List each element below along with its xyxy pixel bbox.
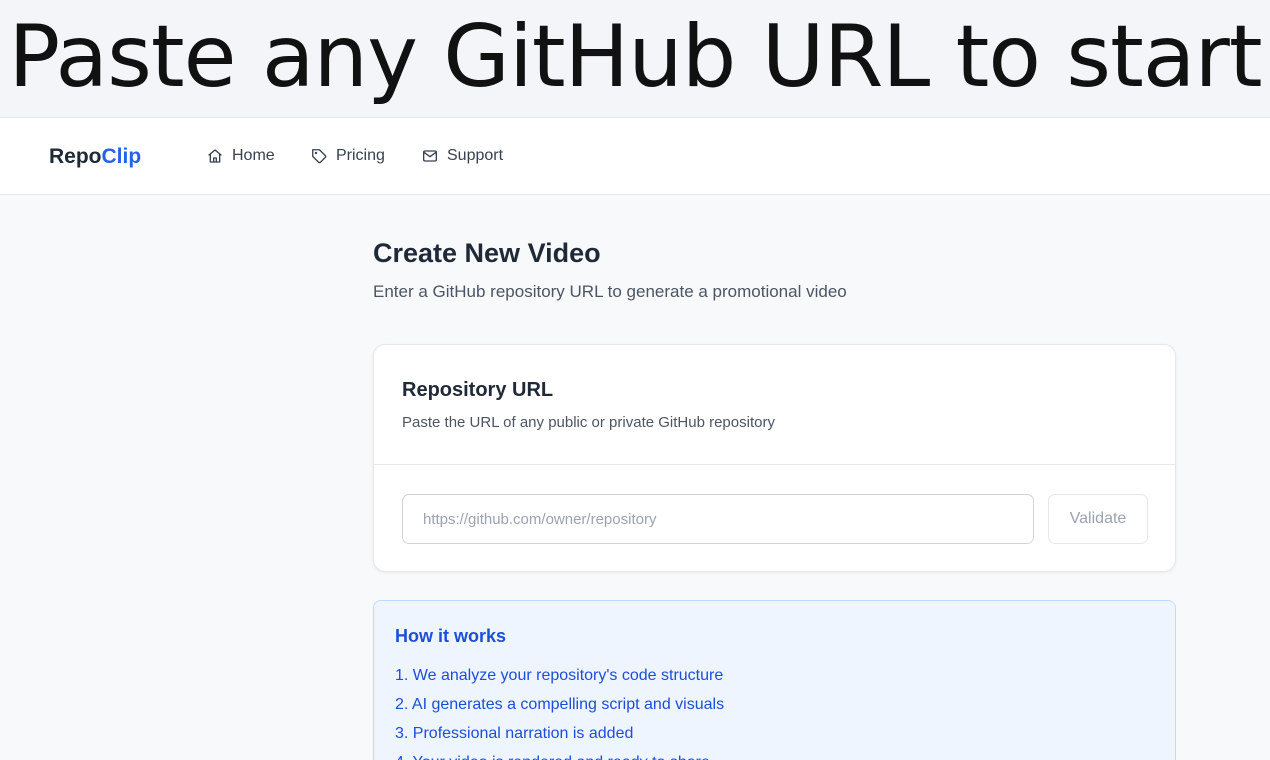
step-item: 1. We analyze your repository's code str… bbox=[395, 667, 724, 684]
nav-pricing-label: Pricing bbox=[336, 147, 385, 164]
repository-url-input[interactable] bbox=[402, 494, 1034, 544]
top-navbar: RepoClip Home Pricing Support bbox=[0, 117, 1270, 195]
step-item: 2. AI generates a compelling script and … bbox=[395, 696, 725, 713]
caption-banner: Paste any GitHub URL to start bbox=[0, 0, 1270, 117]
card-divider bbox=[374, 464, 1175, 465]
mail-icon bbox=[423, 150, 437, 162]
nav-support-label: Support bbox=[447, 147, 504, 164]
step-item: 3. Professional narration is added bbox=[395, 725, 634, 742]
nav-pricing-link[interactable]: Pricing bbox=[311, 146, 385, 166]
logo-text-repo: Repo bbox=[49, 145, 102, 168]
card-description: Paste the URL of any public or private G… bbox=[402, 414, 775, 431]
page-subtitle: Enter a GitHub repository URL to generat… bbox=[373, 282, 847, 301]
banner-title: Paste any GitHub URL to start bbox=[8, 7, 1262, 107]
step-item: 4. Your video is rendered and ready to s… bbox=[395, 748, 724, 760]
tag-icon bbox=[312, 149, 327, 164]
page-title: Create New Video bbox=[373, 238, 601, 268]
nav-home-label: Home bbox=[232, 147, 275, 164]
repoclip-logo[interactable]: RepoClip bbox=[49, 145, 141, 169]
how-it-works-box: How it works 1. We analyze your reposito… bbox=[373, 600, 1176, 760]
nav-support-link[interactable]: Support bbox=[422, 146, 503, 166]
logo-text-clip: Clip bbox=[101, 145, 142, 168]
how-it-works-steps: 1. We analyze your repository's code str… bbox=[395, 661, 724, 760]
validate-button[interactable]: Validate bbox=[1048, 494, 1148, 544]
card-title: Repository URL bbox=[402, 379, 554, 401]
how-it-works-title: How it works bbox=[395, 626, 507, 646]
home-icon bbox=[208, 149, 222, 163]
nav-home-link[interactable]: Home bbox=[207, 146, 275, 166]
repository-url-card: Repository URL Paste the URL of any publ… bbox=[373, 344, 1176, 572]
